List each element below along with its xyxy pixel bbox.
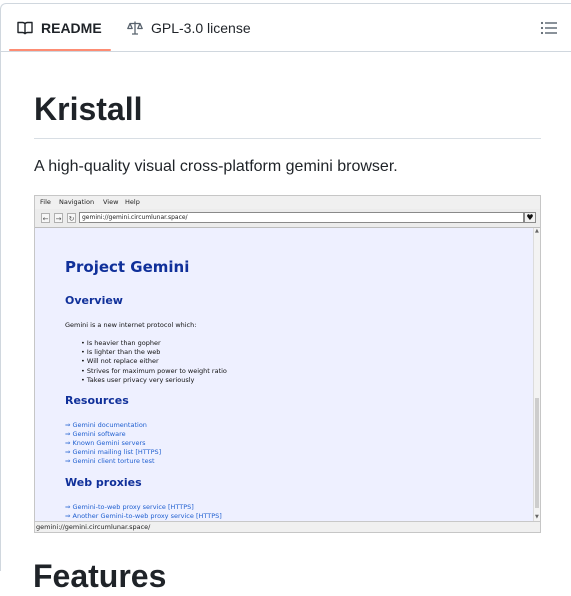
back-icon: ← xyxy=(41,213,50,223)
gemini-bullet: • Is heavier than gopher xyxy=(81,339,161,347)
gemini-bullet: • Is lighter than the web xyxy=(81,348,161,356)
gemini-link: ⇒ Gemini mailing list [HTTPS] xyxy=(65,448,162,456)
features-heading: Features xyxy=(33,558,167,594)
law-scale-icon xyxy=(127,21,143,35)
menu-navigation: Navigation xyxy=(59,198,95,206)
gemini-resources-heading: Resources xyxy=(65,394,129,407)
menu-view: View xyxy=(103,198,119,206)
gemini-link: ⇒ Gemini documentation xyxy=(65,421,147,429)
gemini-bullet: • Takes user privacy very seriously xyxy=(81,376,195,384)
gemini-link: ⇒ Known Gemini servers xyxy=(65,439,146,447)
gemini-page: Project Gemini Overview Gemini is a new … xyxy=(35,228,533,521)
gemini-link: ⇒ Gemini client torture test xyxy=(65,457,155,465)
scroll-thumb xyxy=(535,398,539,508)
scroll-up-icon: ▲ xyxy=(535,228,539,234)
app-menubar: File Navigation View Help xyxy=(35,196,540,208)
book-icon xyxy=(17,21,33,35)
readme-tabbar: README GPL-3.0 license xyxy=(1,4,571,52)
list-unordered-icon xyxy=(540,21,557,35)
forward-icon: → xyxy=(54,213,63,223)
gemini-bullet: • Will not replace either xyxy=(81,357,159,365)
tab-readme[interactable]: README xyxy=(17,4,102,52)
app-url-field: gemini://gemini.circumlunar.space/ xyxy=(79,212,524,223)
gemini-proxies-heading: Web proxies xyxy=(65,476,142,489)
readme-description: A high-quality visual cross-platform gem… xyxy=(34,158,398,175)
kristall-screenshot: File Navigation View Help ← → ↻ gemini:/… xyxy=(34,195,541,533)
app-scrollbar: ▲ ▼ xyxy=(533,228,540,521)
tab-license-label: GPL-3.0 license xyxy=(151,20,251,36)
app-navbar: ← → ↻ gemini://gemini.circumlunar.space/… xyxy=(35,209,540,228)
menu-help: Help xyxy=(125,198,140,206)
title-divider xyxy=(34,138,541,139)
tab-license[interactable]: GPL-3.0 license xyxy=(127,4,251,52)
active-tab-indicator xyxy=(9,49,111,51)
reload-icon: ↻ xyxy=(67,213,76,223)
menu-file: File xyxy=(40,198,51,206)
heart-icon: ♥ xyxy=(524,212,536,223)
gemini-link: ⇒ Another Gemini-to-web proxy service [H… xyxy=(65,512,222,520)
gemini-overview-heading: Overview xyxy=(65,294,123,307)
tab-readme-label: README xyxy=(41,20,102,36)
readme-title: Kristall xyxy=(34,91,143,127)
app-statusbar: gemini://gemini.circumlunar.space/ xyxy=(35,521,540,532)
readme-panel: README GPL-3.0 license Kristall A high-q… xyxy=(0,3,571,571)
scroll-down-icon: ▼ xyxy=(535,514,539,520)
gemini-link: ⇒ Gemini software xyxy=(65,430,126,438)
gemini-intro: Gemini is a new internet protocol which: xyxy=(65,321,197,329)
gemini-page-title: Project Gemini xyxy=(65,258,190,276)
outline-button[interactable] xyxy=(540,20,558,36)
gemini-link: ⇒ Gemini-to-web proxy service [HTTPS] xyxy=(65,503,194,511)
gemini-bullet: • Strives for maximum power to weight ra… xyxy=(81,367,227,375)
